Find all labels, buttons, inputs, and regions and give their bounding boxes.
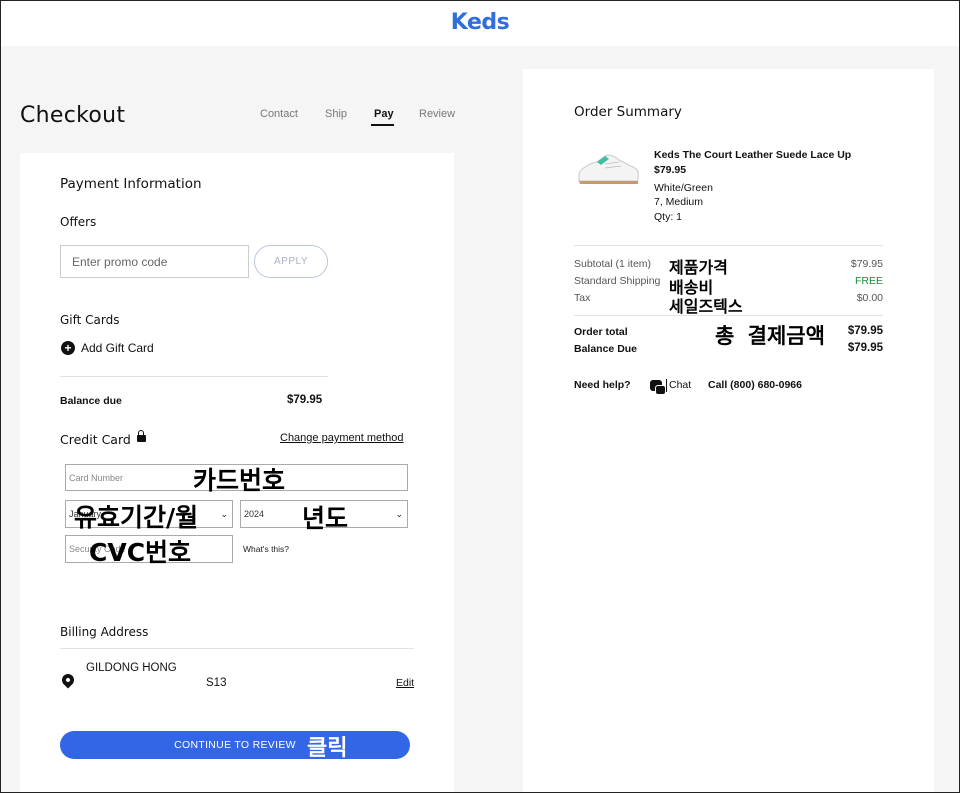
billing-address-title: Billing Address: [60, 625, 149, 639]
tax-value: $0.00: [856, 292, 883, 304]
promo-code-input[interactable]: Enter promo code: [60, 245, 249, 278]
whats-this-link[interactable]: What's this?: [243, 544, 289, 554]
chevron-down-icon: ⌄: [220, 508, 228, 519]
billing-code: S13: [206, 677, 227, 689]
product-size: 7, Medium: [654, 196, 704, 208]
annotation-total: 총 결제금액: [715, 324, 825, 348]
apply-button[interactable]: APPLY: [254, 245, 328, 278]
chevron-down-icon: ⌄: [395, 508, 403, 519]
divider: [60, 376, 328, 377]
top-bar: Keds: [1, 1, 959, 46]
divider: [574, 245, 883, 246]
divider: [60, 648, 414, 649]
lock-icon: [136, 430, 146, 442]
product-name[interactable]: Keds The Court Leather Suede Lace Up: [654, 149, 851, 161]
gift-cards-title: Gift Cards: [60, 313, 120, 327]
credit-card-label: Credit Card: [60, 432, 131, 447]
shipping-value: FREE: [854, 275, 883, 287]
expiry-year-value: 2024: [244, 509, 265, 519]
balance-due-summary-value: $79.95: [847, 342, 883, 354]
balance-due-value: $79.95: [287, 394, 323, 406]
step-review[interactable]: Review: [419, 108, 455, 120]
annotation-expiry: 유효기간/월: [74, 503, 199, 532]
chat-separator: [666, 379, 667, 392]
order-total-label: Order total: [574, 326, 628, 338]
order-total-value: $79.95: [847, 325, 883, 337]
tax-label: Tax: [574, 292, 591, 304]
page-title: Checkout: [20, 103, 126, 128]
shipping-label: Standard Shipping: [574, 275, 661, 287]
card-number-placeholder: Card Number: [69, 472, 124, 483]
keds-logo[interactable]: Keds: [451, 10, 510, 35]
step-ship[interactable]: Ship: [325, 108, 347, 120]
product-qty: Qty: 1: [654, 211, 683, 223]
annotation-year: 년도: [302, 504, 349, 533]
call-phone-link[interactable]: Call (800) 680-0966: [708, 379, 802, 391]
annotation-card-number: 카드번호: [193, 466, 286, 495]
order-summary-title: Order Summary: [574, 104, 682, 120]
add-gift-card-button[interactable]: + Add Gift Card: [61, 341, 154, 355]
chat-link[interactable]: Chat: [669, 379, 691, 391]
product-color: White/Green: [654, 182, 713, 194]
chat-icon[interactable]: [650, 380, 666, 395]
product-image: [578, 154, 639, 184]
plus-circle-icon: +: [61, 341, 75, 355]
change-payment-method-link[interactable]: Change payment method: [280, 432, 404, 444]
add-gift-card-label: Add Gift Card: [81, 341, 154, 355]
continue-label: CONTINUE TO REVIEW: [174, 739, 296, 751]
step-contact[interactable]: Contact: [260, 108, 298, 120]
offers-title: Offers: [60, 215, 97, 229]
annotation-tax: 세일즈텍스: [669, 297, 743, 316]
active-step-underline: [371, 124, 394, 126]
billing-name: GILDONG HONG: [86, 662, 177, 674]
step-pay[interactable]: Pay: [374, 108, 394, 120]
balance-due-summary-label: Balance Due: [574, 343, 638, 355]
need-help-label: Need help?: [574, 379, 631, 391]
credit-card-title: Credit Card: [60, 430, 146, 447]
payment-information-title: Payment Information: [60, 176, 202, 192]
subtotal-label: Subtotal (1 item): [574, 258, 652, 270]
edit-billing-link[interactable]: Edit: [396, 677, 414, 689]
annotation-click: 클릭: [307, 736, 348, 761]
subtotal-value: $79.95: [850, 258, 883, 270]
balance-due-label: Balance due: [60, 395, 122, 407]
product-price: $79.95: [654, 164, 687, 176]
annotation-cvc: CVC번호: [89, 538, 192, 567]
continue-to-review-button[interactable]: CONTINUE TO REVIEW: [60, 731, 410, 759]
